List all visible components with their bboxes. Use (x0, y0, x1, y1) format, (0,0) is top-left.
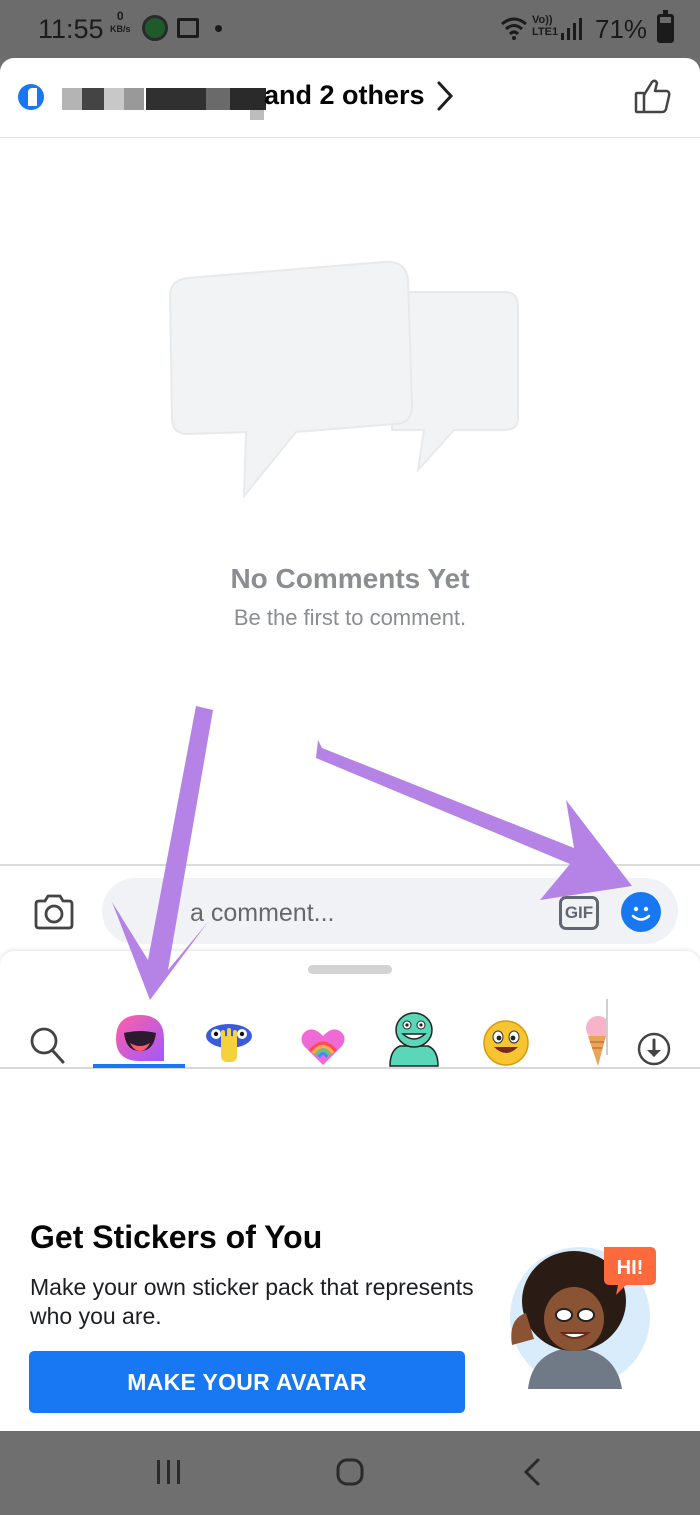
empty-state-title: No Comments Yet (230, 563, 470, 594)
ice-cream-sticker-tab-icon[interactable] (582, 1003, 606, 1079)
avatar-illustration: HI! (510, 1247, 656, 1389)
comments-sheet: and 2 others No Comments Yet Be the firs… (0, 58, 700, 1431)
back-icon[interactable] (520, 1457, 544, 1487)
app-notification-icon (142, 15, 168, 41)
chevron-right-icon (437, 81, 454, 111)
smiley-sticker-tab-icon[interactable] (482, 1005, 530, 1081)
sticker-tabs (0, 991, 700, 1069)
more-notifications-dot (215, 25, 222, 32)
hands-sticker-tab-icon[interactable] (204, 1005, 254, 1081)
sticker-search-icon[interactable] (28, 1007, 66, 1083)
network-speed: 0 KB/s (110, 9, 131, 35)
make-avatar-button[interactable]: MAKE YOUR AVATAR (29, 1351, 465, 1413)
network-type-label: Vo)) LTE1 (532, 14, 559, 38)
status-bar: 11:55 0 KB/s Vo)) LTE1 71% (0, 0, 700, 58)
empty-state-subtitle: Be the first to comment. (233, 605, 467, 630)
reactions-header[interactable]: and 2 others (0, 58, 700, 138)
system-nav-bar (0, 1431, 700, 1515)
battery-percent: 71% (595, 14, 648, 44)
wifi-icon (501, 17, 527, 40)
gif-button[interactable]: GIF (559, 896, 599, 930)
facebook-reaction-icon (18, 84, 44, 110)
redacted-names (62, 88, 266, 120)
reactions-others-label: and 2 others (264, 80, 425, 110)
green-creature-sticker-tab-icon[interactable] (386, 1001, 442, 1077)
sticker-emoji-button[interactable] (621, 892, 661, 932)
signal-bars-icon (561, 18, 582, 40)
home-icon[interactable] (336, 1457, 364, 1487)
comment-input-placeholder: a comment... (190, 899, 335, 927)
comment-composer: a comment... GIF (0, 864, 700, 954)
active-tab-indicator (93, 1064, 185, 1068)
drag-handle[interactable] (308, 965, 392, 974)
avatar-hi-bubble: HI! (617, 1257, 644, 1279)
battery-icon (657, 10, 674, 43)
download-stickers-icon[interactable] (636, 1011, 672, 1087)
rainbow-heart-sticker-tab-icon[interactable] (300, 1009, 346, 1085)
comments-empty-illustration (168, 260, 519, 499)
sticker-tray: Get Stickers of You Make your own sticke… (0, 951, 700, 1431)
promo-description: Make your own sticker pack that represen… (30, 1274, 474, 1329)
image-notification-icon (177, 18, 199, 38)
smiley-icon (631, 906, 651, 921)
like-thumb-icon[interactable] (634, 78, 672, 114)
camera-icon[interactable] (33, 894, 75, 930)
recent-apps-icon[interactable] (156, 1457, 182, 1487)
tab-divider (606, 999, 608, 1055)
status-time: 11:55 (38, 14, 104, 44)
promo-title: Get Stickers of You (30, 1219, 323, 1255)
